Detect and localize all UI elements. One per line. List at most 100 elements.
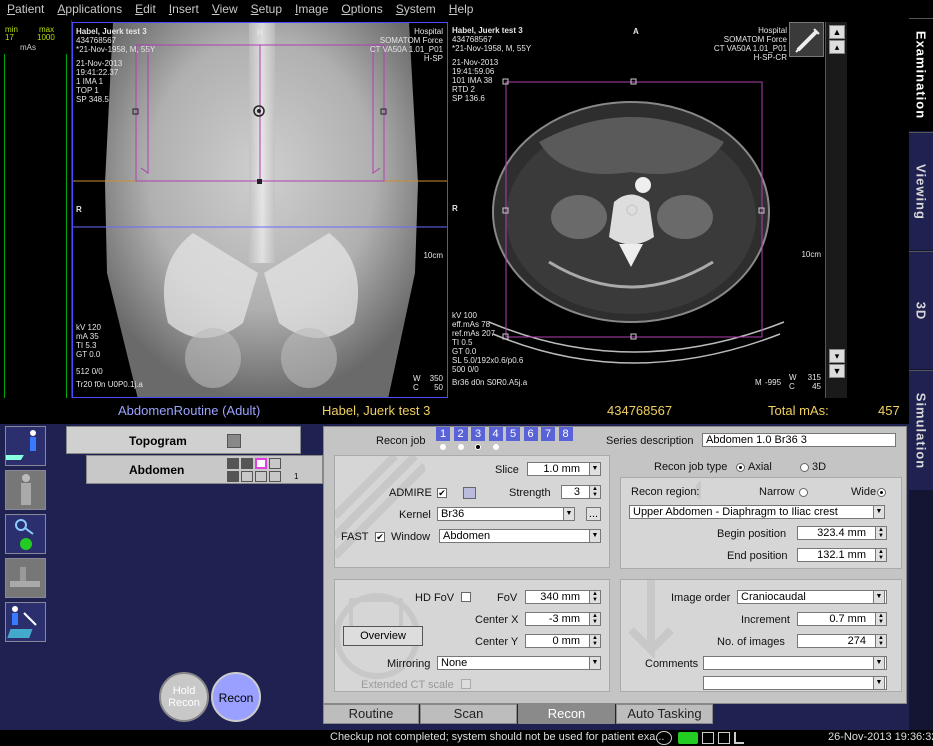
tab-scan[interactable]: Scan [420,704,517,724]
extended-ct-scale-checkbox[interactable] [461,679,471,689]
menu-item-options[interactable]: Options [334,0,388,18]
center-y-spinner-icon[interactable]: ▲ ▼ [589,634,601,648]
recon-job-7[interactable]: 7 [541,427,555,441]
end-position-spinner-icon[interactable]: ▲ ▼ [875,548,887,562]
hd-fov-checkbox[interactable] [461,592,471,602]
number-of-images-input[interactable]: 274 [797,634,887,648]
recon-job-3-indicator [475,444,481,450]
kernel-dropdown-icon[interactable]: ▼ [563,507,575,521]
recon-button[interactable]: Recon [211,672,261,722]
transfer-button[interactable] [5,602,46,642]
topogram-image [73,23,447,397]
narrow-radio[interactable] [799,488,808,497]
tab-recon[interactable]: Recon [518,704,615,724]
image-order-select[interactable]: Craniocaudal [737,590,887,604]
wide-radio[interactable] [877,488,886,497]
comments-dropdown-icon[interactable]: ▼ [873,656,885,670]
kernel-more-button[interactable]: ... [586,507,601,521]
double-up-icon: ▲ [832,27,842,37]
patient-model-button[interactable] [5,470,46,510]
image-order-dropdown-icon[interactable]: ▼ [873,590,885,604]
menu-item-system[interactable]: System [389,0,442,18]
recon-region-select[interactable]: Upper Abdomen - Diaphragm to Iliac crest [629,505,885,519]
contrast-button[interactable] [5,514,46,554]
axial-viewport[interactable]: Habel, Juerk test 3 434768567 *21-Nov-19… [449,22,825,398]
menu-item-edit[interactable]: Edit [128,0,162,18]
tab-3d[interactable]: 3D [909,251,933,369]
window-select[interactable]: Abdomen [439,529,601,543]
tab-routine[interactable]: Routine [323,704,419,724]
dose-min-value: 17 [5,33,14,42]
viewport-scroll-strip[interactable]: ▲ ▴ ▾ ▼ [825,22,847,398]
recon-job-3[interactable]: 3 [471,427,485,441]
scroll-top-button[interactable]: ▲ [829,25,845,39]
tab-simulation[interactable]: Simulation [909,370,933,490]
axial-date: 21-Nov-2013 [452,58,499,67]
topo-kv: kV 120 [76,323,101,332]
window-dropdown-icon[interactable]: ▼ [589,529,601,543]
table-button[interactable] [5,558,46,598]
patient-position-button[interactable] [0,426,46,466]
end-position-input[interactable]: 132.1 mm [797,548,887,562]
3d-radio[interactable] [800,463,809,472]
menu-item-view[interactable]: View [205,0,244,18]
topo-c-label: C [413,383,419,392]
tab-viewing[interactable]: Viewing [909,132,933,250]
admire-settings-icon[interactable] [463,487,476,499]
begin-position-input[interactable]: 323.4 mm [797,526,887,540]
syringe-tool-button[interactable] [789,22,824,57]
axial-kv: kV 100 [452,311,477,320]
topogram-viewport[interactable]: Habel, Juerk test 3 434768567 *21-Nov-19… [72,22,448,398]
recon-panel: Recon job Series description Abdomen 1.0… [323,426,907,704]
recon-thumb-3-icon[interactable] [255,458,267,469]
center-x-spinner-icon[interactable]: ▲ ▼ [589,612,601,626]
protocol-row-topogram[interactable]: Topogram [66,426,301,454]
increment-input[interactable]: 0.7 mm [797,612,887,626]
menu-item-image[interactable]: Image [288,0,334,18]
tab-examination[interactable]: Examination [909,18,933,131]
menu-item-patient[interactable]: Patient [0,0,50,18]
comments-second-select[interactable] [703,676,887,690]
recon-job-8[interactable]: 8 [558,427,573,441]
series-description-input[interactable]: Abdomen 1.0 Br36 3 [702,433,896,447]
recon-thumb-7-icon [255,471,267,482]
recon-job-1-indicator [440,444,446,450]
menu-item-setup[interactable]: Setup [244,0,288,18]
overview-button[interactable]: Overview [343,626,423,646]
recon-job-2[interactable]: 2 [453,427,468,441]
increment-spinner-icon[interactable]: ▲ ▼ [875,612,887,626]
syringe-icon [795,28,820,53]
admire-checkbox[interactable]: ✔ [437,488,447,498]
fov-spinner-icon[interactable]: ▲ ▼ [589,590,601,604]
protocol-row-abdomen[interactable]: Abdomen 1 [86,455,323,484]
topo-patient-id: 434768567 [76,36,117,45]
recon-label: Recon [218,691,254,705]
kernel-select[interactable]: Br36 [437,507,575,521]
mirroring-dropdown-icon[interactable]: ▼ [589,656,601,670]
axial-radio[interactable] [736,463,745,472]
recon-job-1[interactable]: 1 [436,427,450,441]
mirroring-select[interactable]: None [437,656,601,670]
menu-item-help[interactable]: Help [442,0,480,18]
topo-institution: Hospital [414,27,443,36]
begin-position-spinner-icon[interactable]: ▲ ▼ [875,526,887,540]
tab-auto-tasking[interactable]: Auto Tasking [616,704,713,724]
fast-checkbox[interactable]: ✔ [375,532,385,542]
comments-second-dropdown-icon[interactable]: ▼ [873,676,885,690]
comments-select[interactable] [703,656,887,670]
recon-job-5[interactable]: 5 [506,427,520,441]
scroll-up-button[interactable]: ▴ [829,40,845,54]
hold-recon-button[interactable]: Hold Recon [159,672,209,722]
number-of-images-spinner-icon[interactable]: ▲ ▼ [875,634,887,648]
slice-dropdown-icon[interactable]: ▼ [589,462,601,476]
recon-job-4[interactable]: 4 [488,427,503,441]
menu-label: iew [219,2,238,16]
scroll-bottom-button[interactable]: ▼ [829,364,845,378]
strength-spinner-icon[interactable]: ▲ ▼ [589,485,601,499]
recon-region-dropdown-icon[interactable]: ▼ [873,505,885,519]
menu-item-insert[interactable]: Insert [162,0,205,18]
scroll-down-button[interactable]: ▾ [829,349,845,363]
menu-item-applications[interactable]: Applications [50,0,128,18]
recon-job-6[interactable]: 6 [523,427,538,441]
down-icon: ▾ [834,351,840,361]
